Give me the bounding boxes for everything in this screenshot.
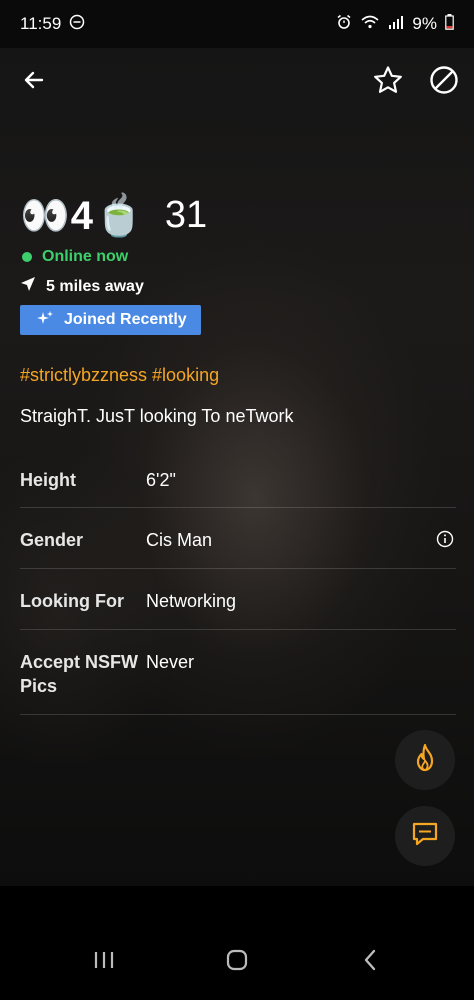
alarm-icon [336, 14, 352, 35]
detail-row-nsfw: Accept NSFW Pics Never [20, 630, 456, 715]
system-navigation-bar [0, 886, 474, 1000]
location-arrow-icon [20, 276, 36, 297]
distance: 5 miles away [20, 276, 144, 297]
status-time: 11:59 [20, 14, 62, 33]
about-text: StraighT. JusT looking To neTwork [20, 406, 294, 426]
recent-apps-icon[interactable] [82, 944, 126, 976]
profile-tags[interactable]: #strictlybzzness #looking [20, 365, 219, 386]
detail-value: Cis Man [146, 530, 213, 550]
chat-icon [411, 820, 439, 853]
online-dot-icon [22, 252, 32, 262]
detail-label: Accept NSFW Pics [20, 652, 139, 696]
do-not-disturb-icon [69, 14, 85, 35]
distance-label: 5 miles away [46, 277, 144, 295]
sparkle-icon [36, 310, 54, 331]
profile-top-bar [0, 56, 474, 104]
battery-icon [445, 13, 454, 35]
profile-header: 👀4🍵 31 [20, 192, 207, 239]
signal-icon [388, 14, 404, 35]
chat-button[interactable] [395, 806, 455, 866]
detail-label: Gender [20, 530, 84, 550]
joined-recently-label: Joined Recently [64, 311, 187, 328]
detail-row-gender: Gender Cis Man [20, 508, 456, 569]
detail-label: Height [20, 470, 76, 490]
battery-percent: 9% [412, 14, 437, 33]
detail-value: Networking [146, 591, 237, 611]
detail-value: 6'2" [146, 470, 176, 490]
tap-button[interactable] [395, 730, 455, 790]
display-name: 👀4🍵 [20, 194, 145, 238]
wifi-icon [360, 14, 380, 35]
online-status-label: Online now [42, 248, 129, 265]
detail-label: Looking For [20, 591, 124, 611]
detail-row-looking-for: Looking For Networking [20, 569, 456, 630]
info-icon[interactable] [436, 530, 454, 553]
star-icon[interactable] [372, 64, 404, 96]
online-status: Online now [22, 248, 128, 266]
detail-row-height: Height 6'2" [20, 462, 456, 508]
arrow-left-icon[interactable] [18, 64, 50, 96]
flame-icon [411, 743, 439, 778]
detail-value: Never [146, 652, 195, 672]
status-bar: 11:59 9% [0, 0, 474, 48]
back-nav-icon[interactable] [348, 944, 392, 976]
block-icon[interactable] [428, 64, 460, 96]
home-icon[interactable] [215, 944, 259, 976]
age: 31 [164, 194, 208, 236]
joined-recently-badge: Joined Recently [20, 305, 201, 335]
